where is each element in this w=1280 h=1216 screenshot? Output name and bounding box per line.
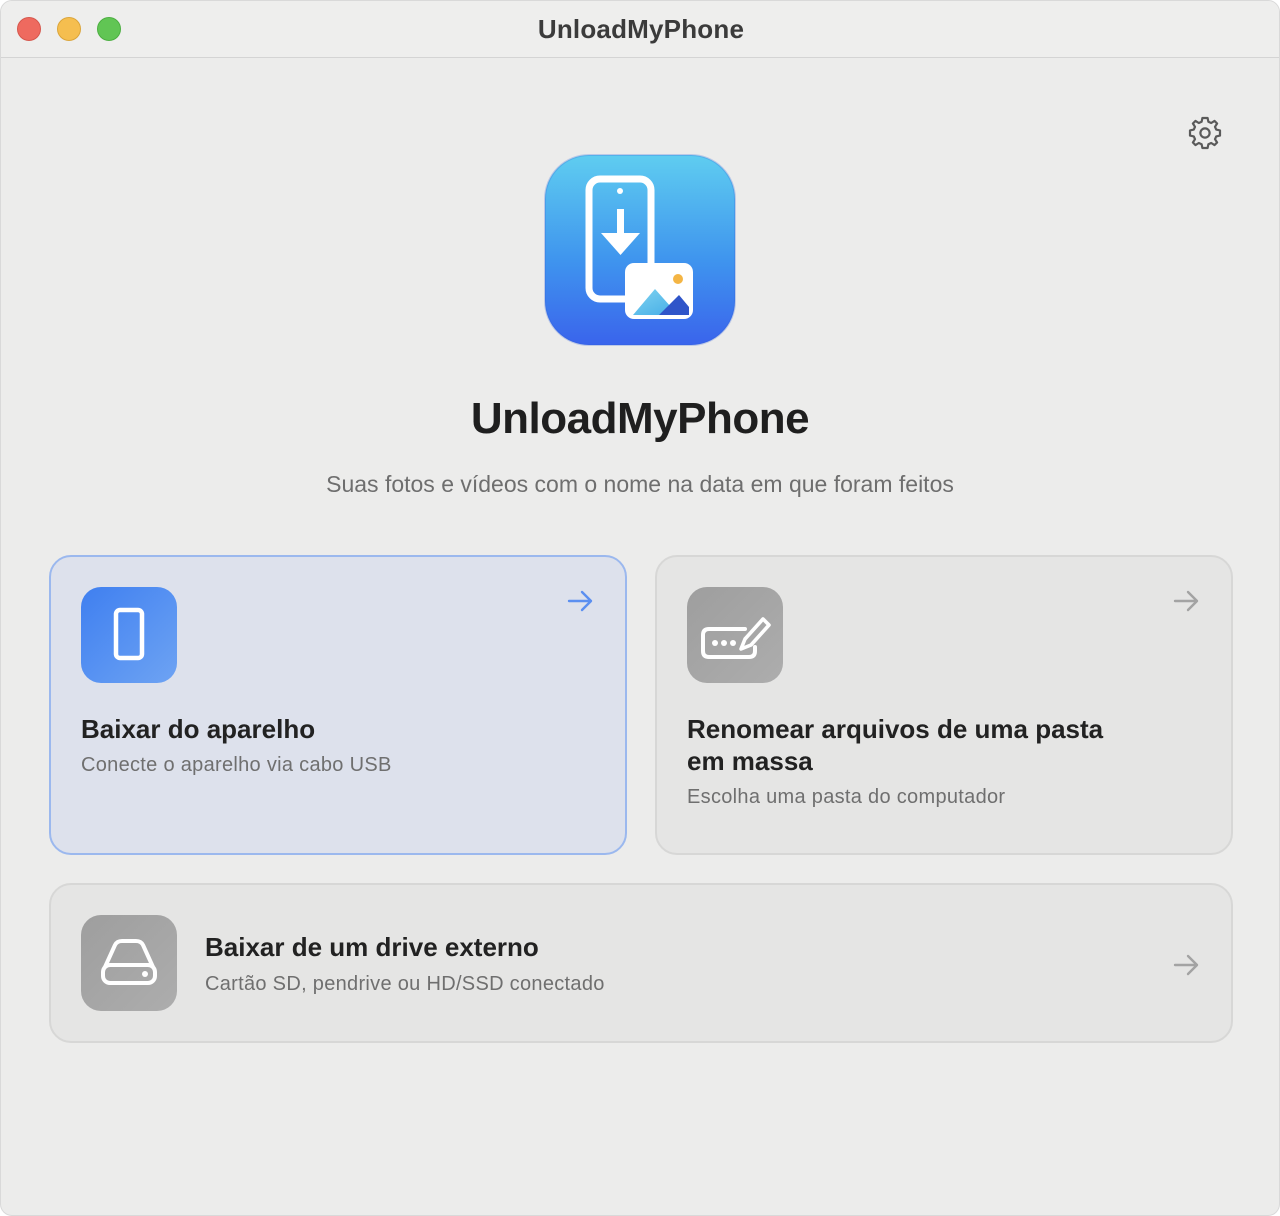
gear-icon — [1188, 116, 1222, 150]
smartphone-icon — [113, 607, 145, 661]
app-logo — [541, 151, 739, 349]
drive-card-title: Baixar de um drive externo — [205, 932, 539, 962]
rename-card-subtitle: Escolha uma pasta do computador — [687, 786, 1006, 808]
rename-card-title-line2: em massa — [687, 746, 813, 776]
rename-card-title-line1: Renomear arquivos de uma pasta — [687, 714, 1104, 744]
window-title: UnloadMyPhone — [537, 14, 745, 44]
rename-files-card[interactable]: Renomear arquivos de uma pasta em massa … — [655, 555, 1233, 855]
device-tile — [81, 587, 177, 683]
download-from-drive-card[interactable]: Baixar de um drive externo Cartão SD, pe… — [49, 883, 1233, 1043]
settings-button[interactable] — [1185, 113, 1225, 153]
app-name-heading: UnloadMyPhone — [470, 394, 810, 443]
title-bar[interactable]: UnloadMyPhone — [1, 1, 1279, 58]
arrow-right-icon — [1173, 590, 1199, 612]
drive-card-subtitle: Cartão SD, pendrive ou HD/SSD conectado — [205, 973, 605, 995]
rename-tile — [687, 587, 783, 683]
device-card-title: Baixar do aparelho — [81, 714, 316, 744]
tagline: Suas fotos e vídeos com o nome na data e… — [326, 471, 954, 497]
external-drive-icon — [101, 939, 157, 985]
arrow-right-icon — [1173, 954, 1199, 976]
device-card-subtitle: Conecte o aparelho via cabo USB — [81, 754, 392, 776]
phone-download-photo-icon — [544, 154, 736, 346]
download-from-device-card[interactable]: Baixar do aparelho Conecte o aparelho vi… — [49, 555, 627, 855]
rename-keyboard-pencil-icon — [701, 617, 771, 659]
rename-card-title: Renomear arquivos de uma pasta em massa — [687, 713, 1103, 777]
drive-tile — [81, 915, 177, 1011]
arrow-right-icon — [567, 590, 593, 612]
app-window: UnloadMyPhone UnloadMyPhone Suas fotos e… — [0, 0, 1280, 1216]
